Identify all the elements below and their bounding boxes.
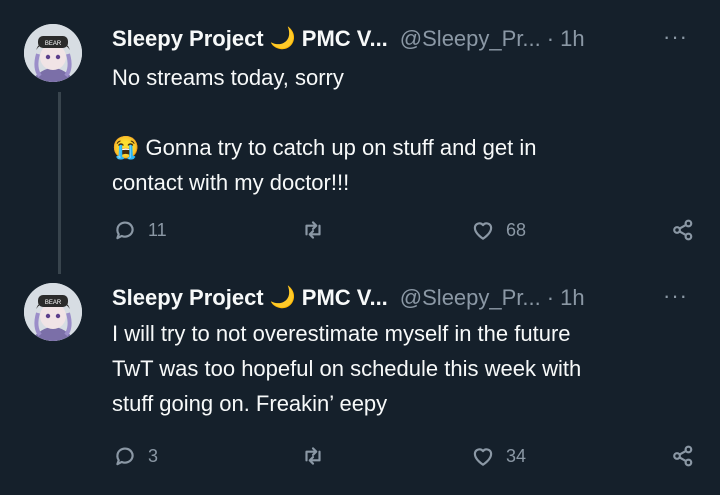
reply-icon xyxy=(116,447,134,466)
tweet-line: I will try to not overestimate myself in… xyxy=(112,321,571,346)
share-icon xyxy=(673,219,693,241)
tweet-line xyxy=(112,95,680,130)
tweet-line: No streams today, sorry xyxy=(112,65,344,90)
avatar[interactable]: BEAR xyxy=(24,283,82,341)
retweet-icon xyxy=(305,447,321,465)
tweet-actions: 11 68 xyxy=(112,212,696,248)
svg-text:BEAR: BEAR xyxy=(45,41,62,47)
retweet-button[interactable] xyxy=(300,217,336,243)
timestamp[interactable]: 1h xyxy=(560,26,584,52)
avatar[interactable]: BEAR xyxy=(24,24,82,82)
tweet-text: No streams today, sorry 😭 Gonna try to c… xyxy=(112,60,680,200)
separator: · xyxy=(546,285,555,310)
tweet-header: Sleepy Project 🌙 PMC V... @Sleepy_Pr... … xyxy=(112,283,700,313)
retweet-icon xyxy=(305,221,321,239)
heart-icon xyxy=(473,448,493,466)
tweet-text: I will try to not overestimate myself in… xyxy=(112,316,680,421)
share-button[interactable] xyxy=(670,217,696,243)
timestamp[interactable]: 1h xyxy=(560,285,584,311)
like-count: 34 xyxy=(506,445,527,466)
reply-count: 11 xyxy=(148,219,167,240)
retweet-button[interactable] xyxy=(300,443,336,469)
thread-connector xyxy=(58,92,61,274)
display-name[interactable]: Sleepy Project xyxy=(112,26,264,52)
more-icon[interactable]: ··· xyxy=(663,24,688,50)
share-button[interactable] xyxy=(670,443,696,469)
handle[interactable]: @Sleepy_Pr... xyxy=(400,26,541,52)
heart-icon xyxy=(473,222,493,240)
moon-emoji: 🌙 xyxy=(269,27,296,50)
share-icon xyxy=(673,445,693,467)
reply-count: 3 xyxy=(148,445,159,466)
display-name[interactable]: Sleepy Project xyxy=(112,285,264,311)
tweet[interactable]: BEAR Sleepy Project 🌙 PMC V... @Sleepy_P… xyxy=(0,0,720,274)
like-count: 68 xyxy=(506,219,527,240)
like-button[interactable]: 68 xyxy=(470,217,526,243)
name-tag[interactable]: PMC V... xyxy=(302,285,388,311)
tweet-line: contact with my doctor!!! xyxy=(112,170,350,195)
tweet-header: Sleepy Project 🌙 PMC V... @Sleepy_Pr... … xyxy=(112,24,700,54)
tweet-actions: 3 34 xyxy=(112,438,696,474)
name-tag[interactable]: PMC V... xyxy=(302,26,388,52)
moon-emoji: 🌙 xyxy=(269,286,296,309)
reply-button[interactable]: 3 xyxy=(112,443,158,469)
more-icon[interactable]: ··· xyxy=(663,283,688,309)
tweet-line: 😭 Gonna try to catch up on stuff and get… xyxy=(112,135,537,160)
handle[interactable]: @Sleepy_Pr... xyxy=(400,285,541,311)
reply-icon xyxy=(116,221,134,240)
svg-text:BEAR: BEAR xyxy=(45,300,62,306)
reply-button[interactable]: 11 xyxy=(112,217,167,243)
separator: · xyxy=(546,26,555,51)
like-button[interactable]: 34 xyxy=(470,443,526,469)
tweet-line: stuff going on. Freakin’ eepy xyxy=(112,391,388,416)
tweet[interactable]: BEAR Sleepy Project 🌙 PMC V... @Sleepy_P… xyxy=(0,258,720,495)
tweet-line: TwT was too hopeful on schedule this wee… xyxy=(112,356,582,381)
